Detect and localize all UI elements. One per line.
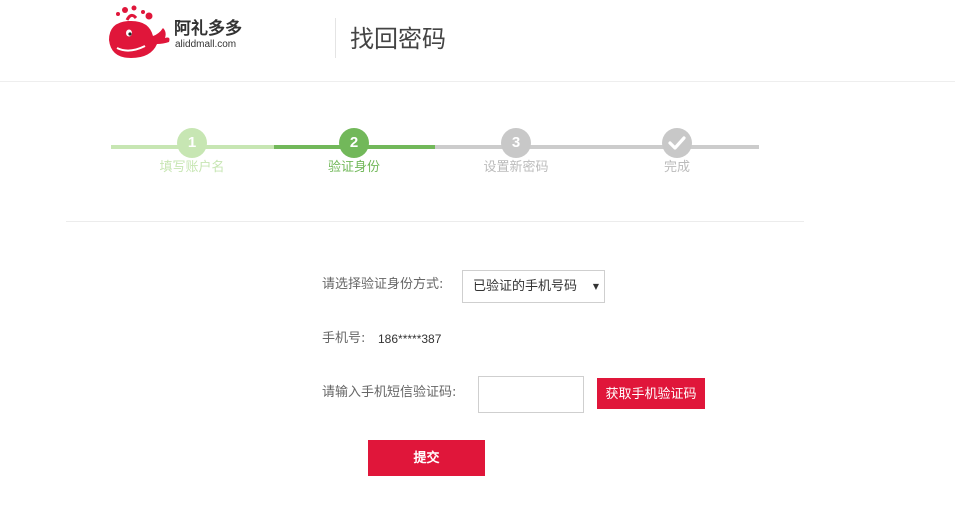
verify-method-select[interactable]: 已验证的手机号码 ▼ (462, 270, 605, 303)
sms-code-input[interactable] (478, 376, 584, 413)
verify-method-value: 已验证的手机号码 (473, 279, 578, 294)
phone-label: 手机号: (322, 331, 366, 346)
header-divider (335, 18, 336, 58)
phone-number-value: 186*****387 (378, 332, 442, 346)
step-1-circle: 1 (177, 128, 207, 158)
step-2-label: 验证身份 (327, 160, 380, 175)
step-3-label: 设置新密码 (483, 160, 549, 175)
step-4-label: 完成 (663, 160, 690, 175)
step-1-label: 填写账户名 (159, 160, 225, 175)
step-3-circle: 3 (501, 128, 531, 158)
sms-code-label: 请输入手机短信验证码: (322, 385, 457, 400)
page-title: 找回密码 (350, 25, 446, 53)
page-header: 阿礼多多 aliddmall.com 找回密码 (0, 0, 955, 82)
whale-logo-icon (109, 5, 170, 58)
verify-method-label: 请选择验证身份方式: (322, 277, 444, 292)
dropdown-arrow-icon: ▼ (592, 282, 599, 291)
site-logo[interactable]: 阿礼多多 aliddmall.com (105, 4, 255, 62)
progress-segment-pending (435, 145, 759, 149)
logo-subtitle: aliddmall.com (175, 39, 237, 50)
checkmark-icon (668, 136, 686, 150)
step-4-check-icon (662, 128, 692, 158)
content-divider (66, 221, 804, 222)
get-sms-code-button[interactable]: 获取手机验证码 (597, 378, 705, 409)
submit-button[interactable]: 提交 (368, 440, 485, 476)
step-2-circle: 2 (339, 128, 369, 158)
logo-title: 阿礼多多 (174, 19, 242, 39)
progress-steps: 1 2 3 填写账户名 验证身份 设置新密码 完成 (111, 126, 761, 186)
